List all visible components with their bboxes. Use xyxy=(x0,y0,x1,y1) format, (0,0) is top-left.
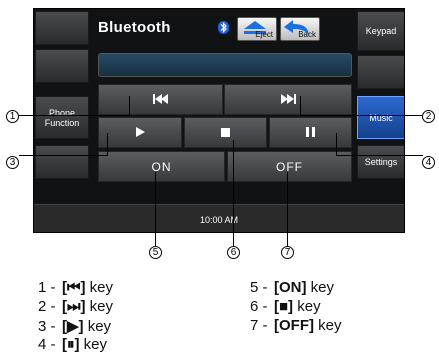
next-track-button[interactable] xyxy=(224,84,352,115)
callout-5: 5 xyxy=(149,246,162,259)
left-blank-button-2[interactable] xyxy=(35,49,89,83)
legend-suffix: key xyxy=(293,298,321,315)
legend-suffix: key xyxy=(313,317,342,334)
track-info-bar xyxy=(98,53,352,77)
legend-suffix: key xyxy=(83,318,112,335)
previous-track-icon xyxy=(152,91,169,109)
leader-line-4 xyxy=(336,155,423,156)
stop-button[interactable] xyxy=(184,117,267,148)
legend-item-3: 3 - [▶] key xyxy=(38,317,111,335)
right-blank-button[interactable] xyxy=(357,55,404,89)
legend-item-5: 5 - [ON] key xyxy=(250,279,334,296)
legend-suffix: key xyxy=(85,298,114,315)
leader-line-2-v xyxy=(300,96,301,116)
legend-key: [OFF] xyxy=(274,317,314,334)
legend-item-2: 2 - [⏭] key xyxy=(38,298,113,315)
music-button[interactable]: Music xyxy=(357,96,404,139)
legend-key: [▶] xyxy=(62,318,84,335)
play-button[interactable] xyxy=(98,117,182,148)
off-label: OFF xyxy=(276,159,303,174)
legend-key: [⏮] xyxy=(62,279,86,296)
legend-key: [■] xyxy=(274,298,294,315)
legend-number: 5 - xyxy=(250,279,268,296)
music-label: Music xyxy=(369,112,393,123)
callout-2: 2 xyxy=(422,110,435,123)
eject-label: Eject xyxy=(255,30,273,39)
screen-title: Bluetooth xyxy=(98,19,171,36)
legend-key: [ON] xyxy=(274,279,307,296)
leader-line-1-v xyxy=(129,96,130,116)
settings-label: Settings xyxy=(364,157,398,167)
off-button[interactable]: OFF xyxy=(227,151,352,182)
clock-time: 10:00 AM xyxy=(199,215,239,225)
leader-line-5 xyxy=(155,172,156,246)
legend-suffix: key xyxy=(85,279,114,296)
legend-key: [⏸] xyxy=(62,336,80,353)
keypad-button[interactable]: Keypad xyxy=(357,11,404,51)
leader-line-4-v xyxy=(336,133,337,156)
stop-icon xyxy=(221,124,230,142)
previous-track-button[interactable] xyxy=(98,84,223,115)
settings-button[interactable]: Settings xyxy=(357,145,404,179)
on-button[interactable]: ON xyxy=(98,151,225,182)
legend-key: [⏭] xyxy=(62,298,86,315)
pause-icon xyxy=(306,124,315,142)
keypad-label: Keypad xyxy=(365,26,397,36)
legend-item-4: 4 - [⏸] key xyxy=(38,336,107,353)
play-icon xyxy=(135,124,145,142)
phone-function-label: Phone Function xyxy=(44,107,80,128)
legend-item-6: 6 - [■] key xyxy=(250,298,321,315)
leader-line-2 xyxy=(300,115,423,116)
legend-number: 7 - xyxy=(250,317,268,334)
status-bar: 10:00 AM xyxy=(34,204,404,232)
next-track-icon xyxy=(280,91,296,109)
legend-suffix: key xyxy=(306,279,335,296)
legend-item-7: 7 - [OFF] key xyxy=(250,317,342,334)
eject-button[interactable]: Eject xyxy=(237,17,277,41)
legend-suffix: key xyxy=(79,336,108,353)
leader-line-1 xyxy=(19,115,129,116)
left-blank-button-3[interactable] xyxy=(35,145,89,179)
callout-4: 4 xyxy=(422,156,435,169)
callout-1: 1 xyxy=(6,110,19,123)
legend-number: 1 - xyxy=(38,279,56,296)
legend-number: 2 - xyxy=(38,298,56,315)
callout-6: 6 xyxy=(227,246,240,259)
leader-line-3-v xyxy=(107,133,108,156)
back-button[interactable]: Back xyxy=(280,17,320,41)
back-label: Back xyxy=(298,30,316,39)
head-unit-screen: Phone Function Keypad Music Settings Blu… xyxy=(33,8,405,233)
leader-line-6 xyxy=(233,140,234,246)
left-blank-button-1[interactable] xyxy=(35,11,89,45)
leader-line-3 xyxy=(19,155,107,156)
callout-3: 3 xyxy=(6,156,19,169)
leader-line-7 xyxy=(287,172,288,246)
legend-item-1: 1 - [⏮] key xyxy=(38,279,113,296)
legend-number: 6 - xyxy=(250,298,268,315)
bluetooth-icon xyxy=(218,21,229,34)
legend-number: 3 - xyxy=(38,318,56,335)
callout-7: 7 xyxy=(281,246,294,259)
legend-number: 4 - xyxy=(38,336,56,353)
pause-button[interactable] xyxy=(269,117,352,148)
phone-function-button[interactable]: Phone Function xyxy=(35,96,89,139)
